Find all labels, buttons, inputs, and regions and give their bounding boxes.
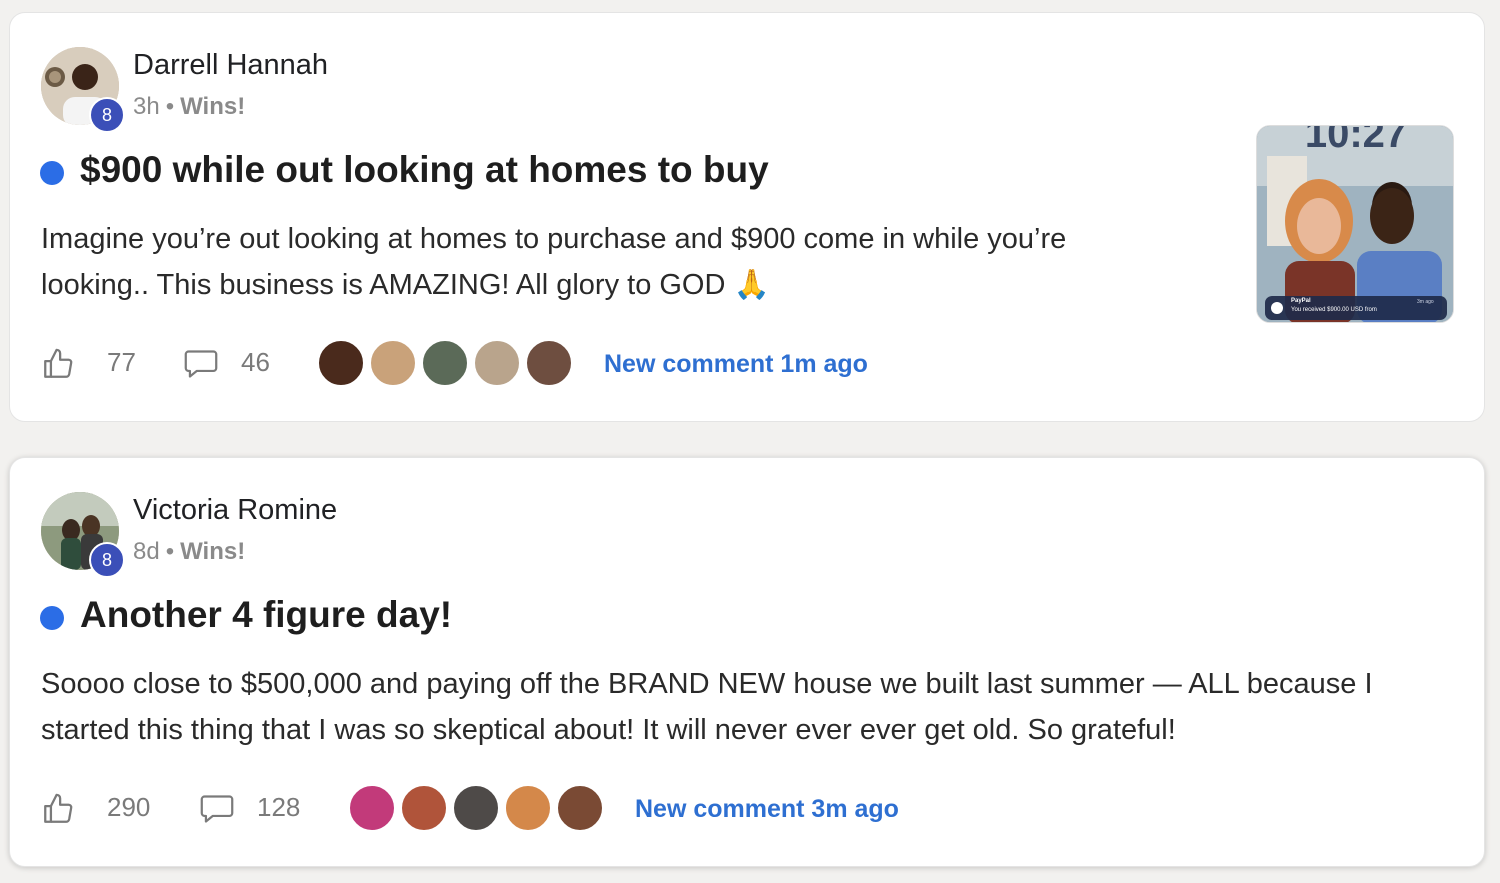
commenter-avatar[interactable] — [473, 339, 521, 387]
author-avatar[interactable]: 8 — [41, 47, 125, 133]
new-comment-link[interactable]: New comment 3m ago — [635, 795, 899, 824]
author-avatar[interactable]: 8 — [41, 492, 125, 578]
post-time: 8d — [133, 538, 160, 565]
post-thumbnail[interactable]: 10:27 PayPal You received $900.00 USD fr… — [1256, 125, 1454, 323]
commenter-avatar[interactable] — [525, 339, 573, 387]
comment-bubble-icon[interactable] — [183, 347, 219, 386]
thumbs-up-icon[interactable] — [41, 347, 75, 386]
post-category[interactable]: Wins! — [180, 93, 245, 120]
level-badge: 8 — [89, 542, 125, 578]
post-time: 3h — [133, 93, 160, 120]
unread-indicator — [40, 606, 64, 630]
author-name[interactable]: Victoria Romine — [133, 494, 337, 527]
post-title[interactable]: Another 4 figure day! — [80, 594, 452, 636]
author-name[interactable]: Darrell Hannah — [133, 49, 328, 82]
unread-indicator — [40, 161, 64, 185]
commenter-avatar[interactable] — [369, 339, 417, 387]
post-card[interactable]: 8 Victoria Romine 8d • Wins! Another 4 fig… — [9, 457, 1485, 867]
commenter-avatar[interactable] — [317, 339, 365, 387]
commenter-avatar[interactable] — [421, 339, 469, 387]
post-body[interactable]: Soooo close to $500,000 and paying off t… — [41, 661, 1451, 753]
post-body[interactable]: Imagine you’re out looking at homes to p… — [41, 216, 1151, 308]
post-actions: 77 46 New comment 1m ago — [41, 339, 941, 389]
post-category[interactable]: Wins! — [180, 538, 245, 565]
commenter-avatar[interactable] — [348, 784, 396, 832]
comment-count: 46 — [241, 347, 270, 377]
new-comment-link[interactable]: New comment 1m ago — [604, 350, 868, 379]
level-badge: 8 — [89, 97, 125, 133]
notification-text: You received $900.00 USD from — [1291, 307, 1377, 313]
post-title[interactable]: $900 while out looking at homes to buy — [80, 149, 769, 191]
post-actions: 290 128 New comment 3m ago — [41, 784, 991, 834]
post-meta: 3h • Wins! — [133, 93, 245, 121]
commenter-avatar[interactable] — [452, 784, 500, 832]
comment-count: 128 — [257, 792, 301, 822]
like-count: 77 — [107, 347, 136, 377]
comment-bubble-icon[interactable] — [199, 792, 235, 831]
commenter-avatar[interactable] — [400, 784, 448, 832]
meta-separator: • — [165, 538, 175, 565]
commenter-avatar[interactable] — [556, 784, 604, 832]
lockscreen-clock: 10:27 — [1304, 125, 1408, 156]
notification-time: 3m ago — [1417, 299, 1434, 305]
commenter-avatar[interactable] — [504, 784, 552, 832]
meta-separator: • — [165, 93, 175, 120]
notification-app: PayPal — [1291, 298, 1311, 304]
post-meta: 8d • Wins! — [133, 538, 245, 566]
commenter-avatars[interactable] — [317, 339, 577, 389]
commenter-avatars[interactable] — [348, 784, 608, 834]
post-card[interactable]: 8 Darrell Hannah 3h • Wins! $900 while out… — [9, 12, 1485, 422]
like-count: 290 — [107, 792, 151, 822]
thumbs-up-icon[interactable] — [41, 792, 75, 831]
